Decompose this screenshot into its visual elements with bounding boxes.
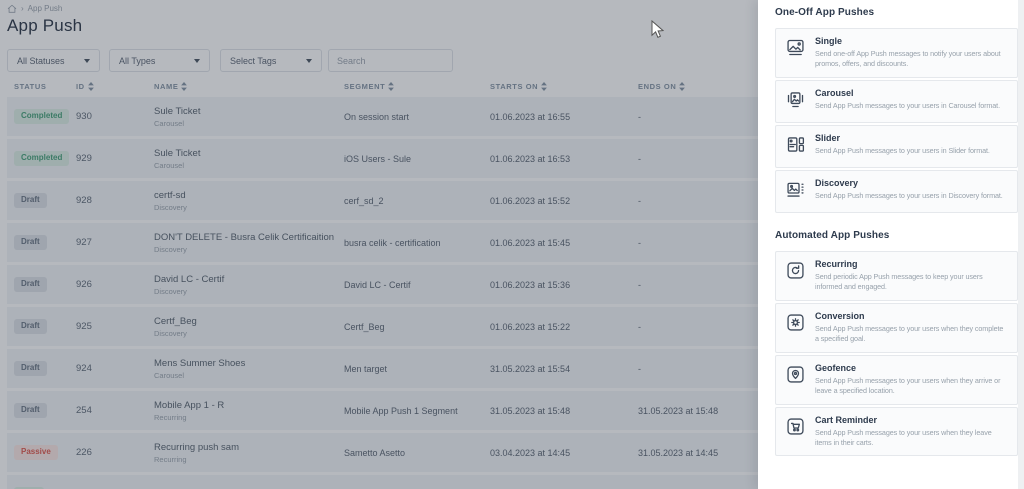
modal-overlay[interactable]: [0, 0, 758, 489]
card-description: Send App Push messages to your users whe…: [815, 428, 1007, 449]
card-description: Send one-off App Push messages to notify…: [815, 49, 1007, 70]
card-title: Discovery: [815, 178, 1003, 188]
app-push-types-panel: One-Off App Pushes Single Send one-off App…: [758, 0, 1024, 489]
card-title: Slider: [815, 133, 990, 143]
panel-section-title: Automated App Pushes: [775, 230, 1018, 241]
card-description: Send periodic App Push messages to keep …: [815, 272, 1007, 293]
card-title: Carousel: [815, 88, 1000, 98]
card-title: Conversion: [815, 311, 1007, 321]
card-description: Send App Push messages to your users in …: [815, 146, 990, 156]
card-text: Single Send one-off App Push messages to …: [815, 36, 1007, 70]
push-type-card-cart-reminder[interactable]: Cart Reminder Send App Push messages to y…: [775, 407, 1018, 457]
card-text: Slider Send App Push messages to your use…: [815, 133, 990, 156]
card-title: Single: [815, 36, 1007, 46]
card-description: Send App Push messages to your users in …: [815, 101, 1000, 111]
card-text: Geofence Send App Push messages to your u…: [815, 363, 1007, 397]
card-title: Recurring: [815, 259, 1007, 269]
push-type-card-recurring[interactable]: Recurring Send periodic App Push messages…: [775, 251, 1018, 301]
conversion-icon: [785, 312, 806, 338]
panel-card-group: Recurring Send periodic App Push messages…: [775, 251, 1018, 457]
card-text: Recurring Send periodic App Push messages…: [815, 259, 1007, 293]
card-text: Carousel Send App Push messages to your u…: [815, 88, 1000, 111]
card-text: Cart Reminder Send App Push messages to y…: [815, 415, 1007, 449]
panel-section-title: One-Off App Pushes: [775, 7, 1018, 18]
discovery-icon: [785, 179, 806, 205]
card-text: Discovery Send App Push messages to your …: [815, 178, 1003, 201]
push-type-card-conversion[interactable]: Conversion Send App Push messages to your…: [775, 303, 1018, 353]
card-description: Send App Push messages to your users in …: [815, 191, 1003, 201]
recurring-icon: [785, 260, 806, 286]
card-title: Geofence: [815, 363, 1007, 373]
scrollbar-track[interactable]: [1018, 0, 1024, 489]
carousel-icon: [785, 89, 806, 115]
push-type-card-single[interactable]: Single Send one-off App Push messages to …: [775, 28, 1018, 78]
app-push-page: › App Push App Push All Statuses All Typ…: [0, 0, 1024, 489]
card-text: Conversion Send App Push messages to your…: [815, 311, 1007, 345]
panel-card-group: Single Send one-off App Push messages to …: [775, 28, 1018, 213]
single-image-icon: [785, 37, 806, 63]
card-title: Cart Reminder: [815, 415, 1007, 425]
geofence-icon: [785, 364, 806, 390]
card-description: Send App Push messages to your users whe…: [815, 376, 1007, 397]
cart-reminder-icon: [785, 416, 806, 442]
slider-icon: [785, 134, 806, 160]
push-type-card-carousel[interactable]: Carousel Send App Push messages to your u…: [775, 80, 1018, 123]
push-type-card-slider[interactable]: Slider Send App Push messages to your use…: [775, 125, 1018, 168]
card-description: Send App Push messages to your users whe…: [815, 324, 1007, 345]
push-type-card-geofence[interactable]: Geofence Send App Push messages to your u…: [775, 355, 1018, 405]
push-type-card-discovery[interactable]: Discovery Send App Push messages to your …: [775, 170, 1018, 213]
